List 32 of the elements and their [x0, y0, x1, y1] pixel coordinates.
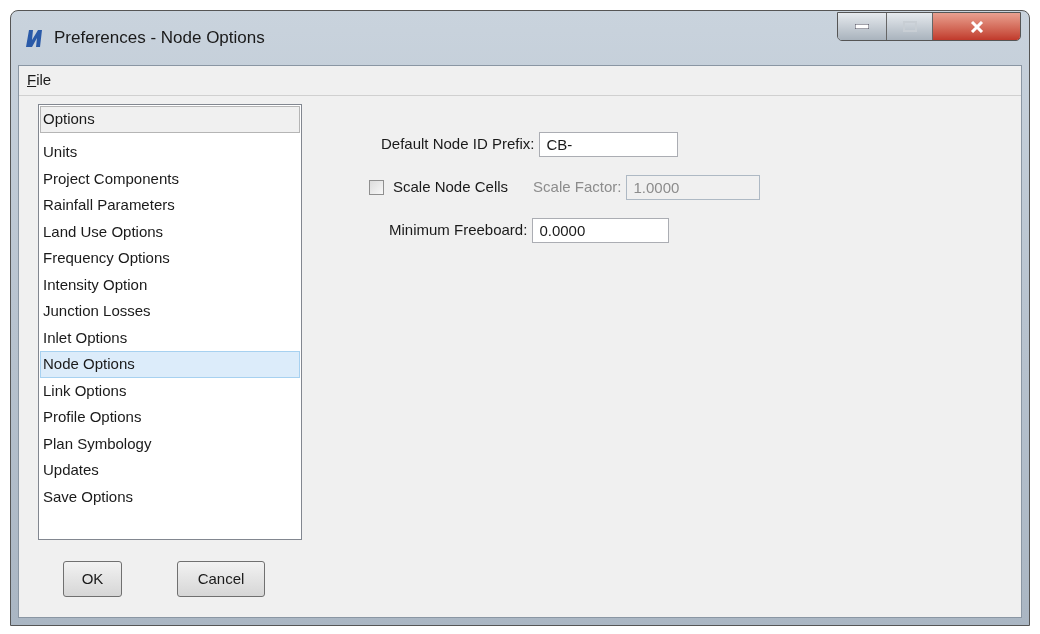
list-item[interactable]: Project Components	[40, 165, 300, 192]
minimize-button[interactable]	[838, 13, 887, 40]
field-label: Minimum Freeboard:	[389, 220, 528, 241]
list-item[interactable]: Junction Losses	[40, 298, 300, 325]
list-item[interactable]: Link Options	[40, 377, 300, 404]
prefix-field[interactable]: CB-	[539, 132, 679, 157]
list-item[interactable]: Intensity Option	[40, 271, 300, 298]
maximize-icon	[902, 21, 917, 32]
freeboard-field[interactable]: 0.0000	[532, 218, 670, 243]
cancel-button[interactable]: Cancel	[177, 561, 265, 597]
list-header: Options	[40, 106, 300, 133]
list-item[interactable]: Inlet Options	[40, 324, 300, 351]
list-item[interactable]: Node Options	[40, 351, 300, 378]
maximize-button[interactable]	[887, 13, 933, 40]
checkbox-label: Scale Node Cells	[393, 177, 509, 198]
list-item[interactable]: Profile Options	[40, 404, 300, 431]
list-item[interactable]: Save Options	[40, 483, 300, 510]
list-item[interactable]: Units	[40, 139, 300, 166]
list-item[interactable]: Rainfall Parameters	[40, 192, 300, 219]
field-label: Default Node ID Prefix:	[381, 134, 535, 155]
ok-button[interactable]: OK	[63, 561, 122, 597]
window-title: Preferences - Node Options	[54, 27, 265, 50]
minimize-icon	[855, 24, 869, 29]
field-label: Scale Factor:	[533, 177, 622, 198]
close-icon	[969, 20, 984, 33]
list-item[interactable]: Updates	[40, 457, 300, 484]
list-item[interactable]: Plan Symbology	[40, 430, 300, 457]
checkbox[interactable]	[369, 180, 384, 195]
close-button[interactable]	[933, 13, 1020, 40]
list-item[interactable]: Frequency Options	[40, 245, 300, 272]
menu-item[interactable]: File	[23, 69, 56, 92]
list-item[interactable]: Land Use Options	[40, 218, 300, 245]
